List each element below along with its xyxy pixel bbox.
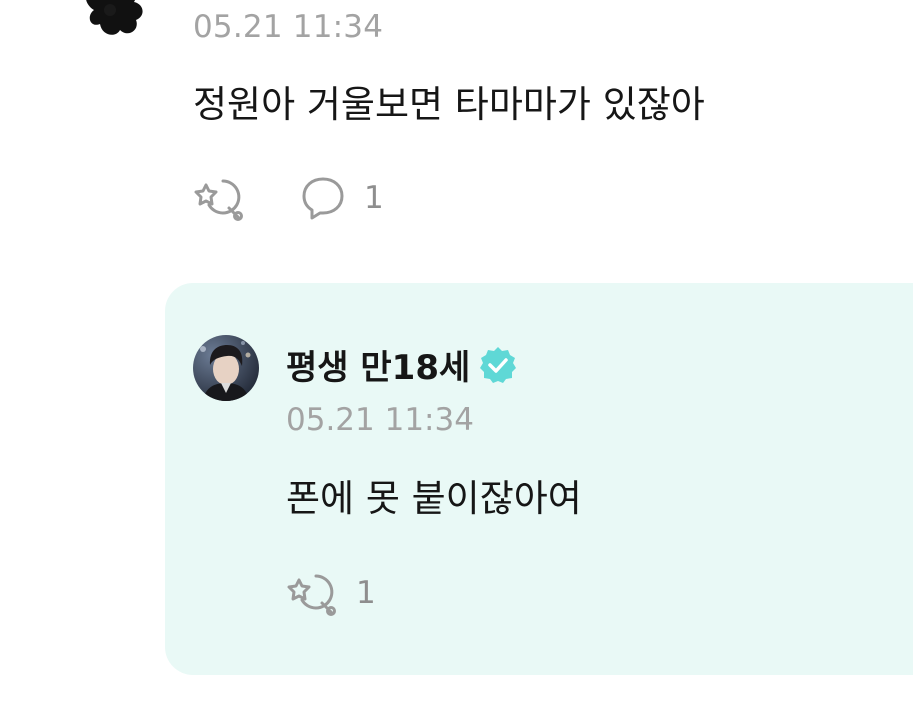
reply-text: 폰에 못 붙이잖아여	[286, 477, 582, 520]
reaction-icon[interactable]	[286, 570, 338, 616]
commenter-avatar[interactable]	[80, 0, 150, 42]
reaction-icon[interactable]	[193, 175, 245, 221]
comment-actions: 1	[193, 175, 384, 221]
speech-bubble-icon[interactable]	[300, 175, 346, 221]
comment-timestamp: 05.21 11:34	[193, 9, 384, 45]
comment-text: 정원아 거울보면 타마마가 있잖아	[193, 83, 705, 126]
reply-avatar[interactable]	[193, 335, 259, 401]
reply-timestamp: 05.21 11:34	[286, 402, 474, 438]
reply-actions: 1	[286, 570, 376, 616]
comment-thread: 05.21 11:34 정원아 거울보면 타마마가 있잖아 1 평생 만18세 …	[0, 0, 913, 711]
verified-badge-icon	[478, 345, 518, 385]
reply-author-row: 평생 만18세	[286, 340, 518, 389]
reaction-count: 1	[356, 575, 376, 611]
reply-count: 1	[364, 180, 384, 216]
reply-author-name[interactable]: 평생 만18세	[286, 340, 470, 389]
